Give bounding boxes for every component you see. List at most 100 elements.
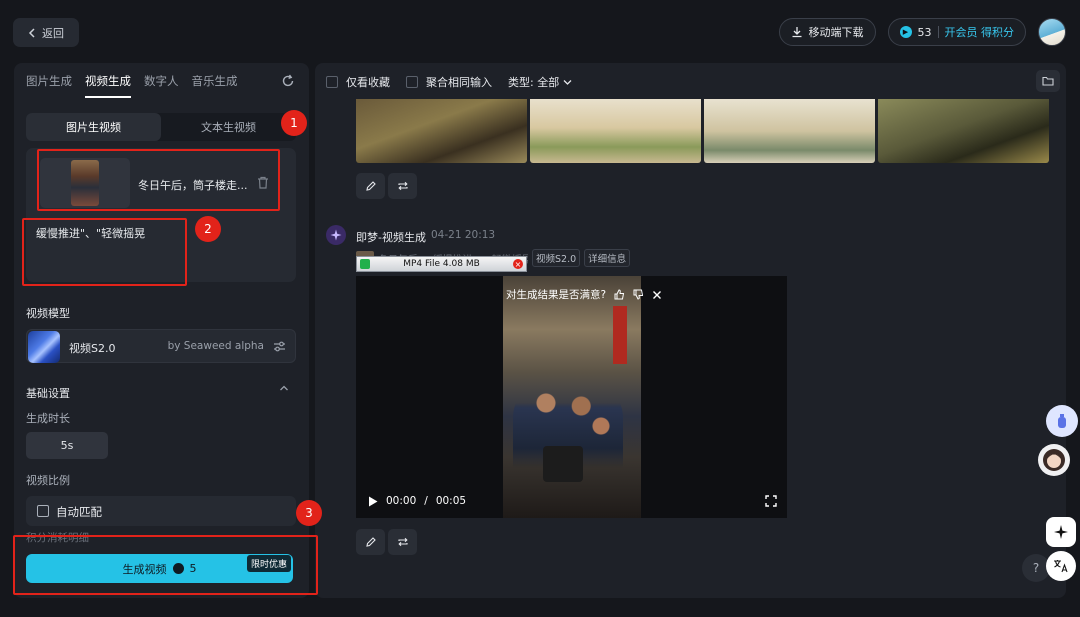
time-total: 00:05 <box>435 495 467 507</box>
edit-button[interactable] <box>356 173 385 199</box>
mode-image-to-video[interactable]: 图片生视频 <box>26 113 161 141</box>
assistant-button[interactable] <box>1046 405 1078 437</box>
time-separator: / <box>424 495 428 507</box>
model-by: by Seaweed alpha <box>167 340 264 352</box>
previous-results-strip <box>356 99 1049 163</box>
settings-sliders-icon[interactable] <box>273 340 286 353</box>
video-frame <box>503 276 641 518</box>
model-tag: 视频S2.0 <box>532 249 581 267</box>
model-selector[interactable]: 视频S2.0 by Seaweed alpha <box>26 329 296 363</box>
ratio-icon <box>37 505 49 517</box>
sparkle-button[interactable] <box>1046 517 1076 547</box>
annotation-number-3: 3 <box>296 500 322 526</box>
download-app-icon <box>360 259 370 269</box>
tab-music-gen[interactable]: 音乐生成 <box>192 73 238 98</box>
pencil-icon <box>365 181 376 191</box>
mobile-download-button[interactable]: 移动端下载 <box>778 18 876 46</box>
time-current: 00:00 <box>386 495 417 507</box>
regenerate-button[interactable] <box>388 173 417 199</box>
translate-button[interactable] <box>1046 551 1076 581</box>
ratio-label: 视频比例 <box>26 474 70 487</box>
red-couplet <box>613 306 627 364</box>
bot-timestamp: 04-21 20:13 <box>431 229 496 241</box>
generation-tabs: 图片生成 视频生成 数字人 音乐生成 <box>26 73 238 98</box>
result-thumbnail[interactable] <box>704 99 875 163</box>
coal-stack <box>543 446 583 482</box>
chevron-up-icon[interactable] <box>279 383 289 393</box>
app-window: 返回 移动端下载 ▶ 53 开会员 得积分 图片生成 视频生成 数字人 音乐生成… <box>0 0 1080 617</box>
left-panel: 图片生成 视频生成 数字人 音乐生成 图片生视频 文本生视频 冬日午后，筒子楼走… <box>14 63 309 598</box>
filter-merge[interactable]: 聚合相同输入 <box>406 74 492 90</box>
vip-label: 开会员 得积分 <box>944 26 1015 39</box>
help-icon: ? <box>1032 561 1040 575</box>
duration-option[interactable]: 5s <box>26 432 108 459</box>
thumbs-up-icon[interactable] <box>614 289 625 300</box>
annotation-box-generate <box>13 535 318 595</box>
bottle-icon <box>1058 414 1066 428</box>
avatar[interactable] <box>1038 18 1066 46</box>
basic-settings-label: 基础设置 <box>26 387 70 400</box>
regenerate-button[interactable] <box>388 529 417 555</box>
folder-icon <box>1042 76 1054 86</box>
folder-button[interactable] <box>1036 70 1060 92</box>
repeat-icon <box>397 181 408 191</box>
close-icon[interactable] <box>652 290 662 300</box>
close-icon[interactable]: × <box>513 259 523 269</box>
detail-info-tag[interactable]: 详细信息 <box>584 249 631 267</box>
play-icon[interactable] <box>368 496 378 507</box>
model-thumbnail <box>28 331 60 363</box>
download-bar[interactable]: MP4 File 4.08 MB × <box>356 256 527 272</box>
chevron-down-icon <box>563 80 572 85</box>
player-controls: 00:00 / 00:05 <box>368 495 466 507</box>
results-panel: 仅看收藏 聚合相同输入 类型: 全部 即梦-视频生成 04-21 20:13 冬… <box>315 63 1066 598</box>
annotation-number-2: 2 <box>195 216 221 242</box>
ratio-selector[interactable]: 自动匹配 <box>26 496 296 526</box>
avatar-icon <box>1043 449 1065 471</box>
credit-icon: ▶ <box>899 26 912 38</box>
tab-digital-human[interactable]: 数字人 <box>144 73 179 98</box>
refresh-icon[interactable] <box>281 74 295 88</box>
result-thumbnail[interactable] <box>878 99 1049 163</box>
annotation-number-1: 1 <box>281 110 307 136</box>
translate-icon <box>1054 560 1068 573</box>
divider <box>937 26 939 38</box>
model-section-label: 视频模型 <box>26 307 70 320</box>
tab-video-gen[interactable]: 视频生成 <box>85 73 131 98</box>
credits-pill[interactable]: ▶ 53 开会员 得积分 <box>887 18 1026 46</box>
result-thumbnail[interactable] <box>356 99 527 163</box>
back-button[interactable]: 返回 <box>13 18 79 47</box>
chevron-left-icon <box>28 27 35 38</box>
back-label: 返回 <box>42 26 64 40</box>
filter-favorites-label: 仅看收藏 <box>346 76 390 89</box>
filter-bar: 仅看收藏 聚合相同输入 类型: 全部 <box>326 74 572 90</box>
filter-favorites[interactable]: 仅看收藏 <box>326 74 390 90</box>
ratio-value: 自动匹配 <box>56 505 102 519</box>
bot-name: 即梦-视频生成 <box>356 231 426 244</box>
filter-merge-label: 聚合相同输入 <box>426 76 492 89</box>
download-label: MP4 File 4.08 MB <box>403 259 480 269</box>
top-right-actions: 移动端下载 ▶ 53 开会员 得积分 <box>778 18 1066 46</box>
result-thumbnail[interactable] <box>530 99 701 163</box>
checkbox-icon <box>406 76 418 88</box>
checkbox-icon <box>326 76 338 88</box>
pencil-icon <box>365 537 376 547</box>
mode-text-to-video[interactable]: 文本生视频 <box>161 113 296 141</box>
support-avatar-button[interactable] <box>1038 444 1070 476</box>
feedback-question: 对生成结果是否满意? <box>506 289 607 301</box>
type-dropdown-label: 类型: 全部 <box>508 76 560 89</box>
credit-count: 53 <box>917 25 932 39</box>
duration-label: 生成时长 <box>26 412 70 425</box>
video-player[interactable]: 对生成结果是否满意? 00:00 / 00:05 <box>356 276 787 518</box>
jimeng-logo-icon <box>326 225 346 245</box>
tab-image-gen[interactable]: 图片生成 <box>26 73 72 98</box>
fullscreen-icon[interactable] <box>765 495 777 507</box>
annotation-box-image <box>37 149 280 211</box>
download-icon <box>792 27 801 38</box>
thumbs-down-icon[interactable] <box>633 289 644 300</box>
sparkle-icon <box>1054 525 1068 539</box>
model-name: 视频S2.0 <box>69 342 116 355</box>
feedback-prompt: 对生成结果是否满意? <box>506 287 662 302</box>
repeat-icon <box>397 537 408 547</box>
edit-button[interactable] <box>356 529 385 555</box>
type-dropdown[interactable]: 类型: 全部 <box>508 74 572 90</box>
